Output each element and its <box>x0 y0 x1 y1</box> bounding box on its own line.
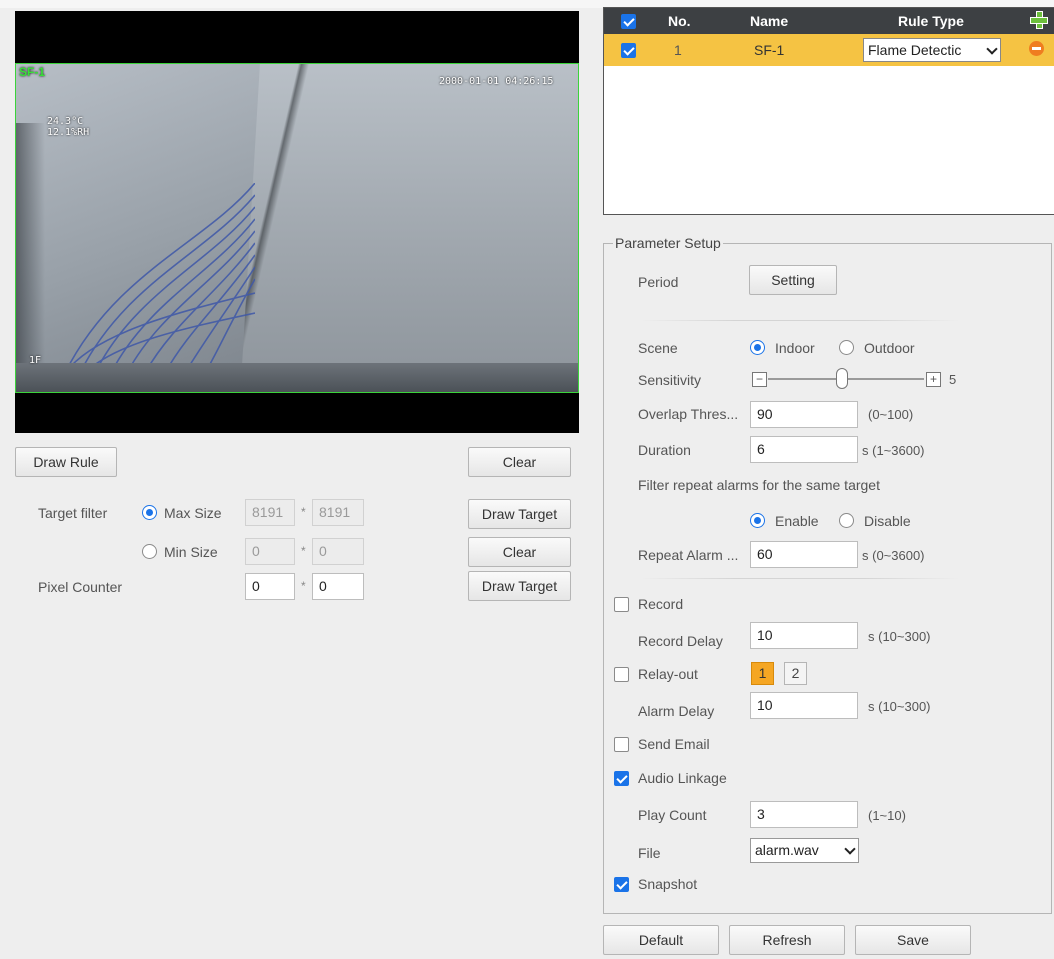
record-delay-range: s (10~300) <box>868 629 931 644</box>
sensitivity-increase-button[interactable]: + <box>926 372 941 387</box>
snapshot-checkbox[interactable] <box>614 877 629 892</box>
scene-outdoor-label: Outdoor <box>864 340 915 356</box>
sensitivity-value: 5 <box>949 372 957 387</box>
draw-target-button-2[interactable]: Draw Target <box>468 571 571 601</box>
col-rule-type: Rule Type <box>898 13 964 29</box>
filter-enable-label: Enable <box>775 513 819 529</box>
filter-repeat-label: Filter repeat alarms for the same target <box>638 477 880 493</box>
row-name: SF-1 <box>754 42 785 58</box>
relay-out-checkbox[interactable] <box>614 667 629 682</box>
scene-outdoor-radio[interactable] <box>839 340 854 355</box>
col-no: No. <box>668 13 691 29</box>
repeat-alarm-range: s (0~3600) <box>862 548 925 563</box>
osd-temperature: 24.3°C 12.1%RH <box>47 116 90 138</box>
clear-target-button[interactable]: Clear <box>468 537 571 567</box>
sensitivity-decrease-button[interactable]: − <box>752 372 767 387</box>
filter-enable-radio[interactable] <box>750 513 765 528</box>
repeat-alarm-label: Repeat Alarm ... <box>638 547 739 563</box>
min-size-radio[interactable] <box>142 544 157 559</box>
pixel-counter-label: Pixel Counter <box>38 579 123 595</box>
osd-rule-label: SF-1 <box>19 65 46 79</box>
record-checkbox[interactable] <box>614 597 629 612</box>
select-all-checkbox[interactable] <box>621 14 636 29</box>
video-preview[interactable]: SF-1 2000-01-01 04:26:15 24.3°C 12.1%RH … <box>15 11 579 433</box>
pixel-height-input[interactable]: 0 <box>312 573 364 600</box>
audio-linkage-checkbox[interactable] <box>614 771 629 786</box>
draw-rule-button[interactable]: Draw Rule <box>15 447 117 477</box>
max-height-input[interactable]: 8191 <box>312 499 364 526</box>
table-header: No. Name Rule Type <box>604 8 1054 34</box>
rule-table: No. Name Rule Type 1 SF-1 Flame Detectic <box>603 7 1054 215</box>
scene-indoor-radio[interactable] <box>750 340 765 355</box>
save-button[interactable]: Save <box>855 925 971 955</box>
overlap-threshold-label: Overlap Thres... <box>638 406 739 422</box>
audio-linkage-label: Audio Linkage <box>638 770 727 786</box>
duration-input[interactable]: 6 <box>750 436 858 463</box>
max-size-label: Max Size <box>164 505 222 521</box>
pixel-width-input[interactable]: 0 <box>245 573 295 600</box>
overlap-threshold-input[interactable]: 90 <box>750 401 858 428</box>
row-checkbox[interactable] <box>621 43 636 58</box>
filter-disable-radio[interactable] <box>839 513 854 528</box>
sensitivity-label: Sensitivity <box>638 372 702 388</box>
remove-rule-icon[interactable] <box>1029 41 1044 56</box>
relay-out-label: Relay-out <box>638 666 698 682</box>
scene-indoor-label: Indoor <box>775 340 815 356</box>
play-count-label: Play Count <box>638 807 707 823</box>
min-size-label: Min Size <box>164 544 218 560</box>
record-delay-label: Record Delay <box>638 633 723 649</box>
default-button[interactable]: Default <box>603 925 719 955</box>
send-email-label: Send Email <box>638 736 710 752</box>
repeat-alarm-input[interactable]: 60 <box>750 541 858 568</box>
parameter-setup-title: Parameter Setup <box>613 235 723 251</box>
scene-label: Scene <box>638 340 678 356</box>
table-row[interactable]: 1 SF-1 Flame Detectic <box>604 34 1054 66</box>
overlap-range: (0~100) <box>868 407 914 422</box>
sensitivity-slider-handle[interactable] <box>836 368 848 389</box>
add-rule-icon[interactable] <box>1029 10 1048 29</box>
min-height-input[interactable]: 0 <box>312 538 364 565</box>
min-width-input[interactable]: 0 <box>245 538 295 565</box>
clear-button[interactable]: Clear <box>468 447 571 477</box>
alarm-delay-range: s (10~300) <box>868 699 931 714</box>
draw-target-button[interactable]: Draw Target <box>468 499 571 529</box>
relay-2-button[interactable]: 2 <box>784 662 807 685</box>
osd-timestamp: 2000-01-01 04:26:15 <box>439 76 554 87</box>
rule-type-select[interactable]: Flame Detectic <box>863 38 1001 62</box>
relay-1-button[interactable]: 1 <box>751 662 774 685</box>
filter-disable-label: Disable <box>864 513 911 529</box>
max-width-input[interactable]: 8191 <box>245 499 295 526</box>
period-label: Period <box>638 274 679 290</box>
row-no: 1 <box>674 42 682 58</box>
osd-channel: 1F <box>29 355 42 366</box>
record-label: Record <box>638 596 684 612</box>
rule-region-outline <box>15 63 579 393</box>
target-filter-label: Target filter <box>38 505 108 521</box>
play-count-range: (1~10) <box>868 808 906 823</box>
play-count-input[interactable]: 3 <box>750 801 858 828</box>
period-setting-button[interactable]: Setting <box>749 265 837 295</box>
duration-range: s (1~3600) <box>862 443 925 458</box>
send-email-checkbox[interactable] <box>614 737 629 752</box>
record-delay-input[interactable]: 10 <box>750 622 858 649</box>
max-size-radio[interactable] <box>142 505 157 520</box>
alarm-delay-label: Alarm Delay <box>638 703 715 719</box>
duration-label: Duration <box>638 442 691 458</box>
col-name: Name <box>750 13 789 29</box>
file-label: File <box>638 845 661 861</box>
refresh-button[interactable]: Refresh <box>729 925 845 955</box>
alarm-delay-input[interactable]: 10 <box>750 692 858 719</box>
snapshot-label: Snapshot <box>638 876 698 892</box>
audio-file-select[interactable]: alarm.wav <box>750 838 859 863</box>
